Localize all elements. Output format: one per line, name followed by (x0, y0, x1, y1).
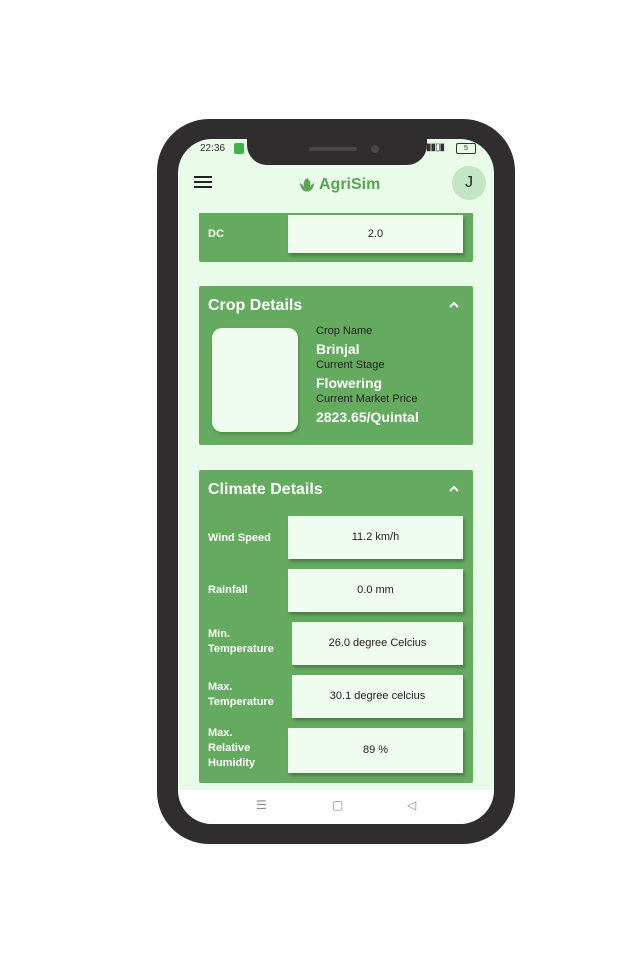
crop-name-label: Crop Name (316, 325, 373, 337)
rainfall-value: 0.0 mm (288, 569, 463, 612)
max-temperature-label: Max. Temperature (208, 681, 274, 708)
max-temperature-value: 30.1 degree celcius (292, 675, 463, 718)
avatar[interactable]: J (452, 166, 486, 200)
scroll-content[interactable]: DC 2.0 Crop Details Crop Name Brinjal Cu… (178, 213, 494, 784)
price-label: Current Market Price (316, 393, 418, 405)
app-bar: AgriSim J (178, 166, 494, 210)
chevron-up-icon[interactable] (447, 482, 461, 496)
notch (247, 139, 427, 165)
crop-details-card: Crop Details Crop Name Brinjal Current S… (199, 286, 473, 445)
battery-icon: 5 (456, 143, 476, 154)
stage-label: Current Stage (316, 359, 385, 371)
signal-icon: ▮▮▯▮ (426, 142, 445, 153)
speaker (309, 147, 357, 151)
brand-name: AgriSim (319, 176, 381, 193)
max-humidity-value: 89 % (288, 728, 463, 773)
stage-value: Flowering (316, 375, 383, 391)
price-value: 2823.65/Quintal (316, 409, 419, 425)
phone-frame: 22:36 ▮▮▯▮ 5 AgriSim J DC 2.0 Crop Detai… (157, 119, 515, 844)
rainfall-label: Rainfall (208, 584, 248, 596)
phone-screen: 22:36 ▮▮▯▮ 5 AgriSim J DC 2.0 Crop Detai… (178, 139, 494, 824)
leaf-icon (300, 178, 314, 192)
min-temperature-value: 26.0 degree Celcius (292, 622, 463, 665)
android-nav-bar: ☰ ▢ ◁ (178, 790, 494, 824)
recents-icon[interactable]: ☰ (256, 798, 267, 812)
min-temperature-label: Min. Temperature (208, 628, 274, 655)
max-humidity-label: Max. Relative Humidity (208, 727, 256, 769)
status-time: 22:36 (200, 143, 226, 154)
home-square-icon[interactable]: ▢ (332, 798, 343, 812)
dc-value: 2.0 (288, 215, 463, 253)
camera (371, 145, 379, 153)
climate-details-title: Climate Details (208, 481, 323, 498)
wind-speed-value: 11.2 km/h (288, 516, 463, 559)
crop-name: Brinjal (316, 341, 360, 357)
wind-speed-label: Wind Speed (208, 532, 271, 544)
back-triangle-icon[interactable]: ◁ (407, 798, 416, 812)
status-notification-icon (234, 143, 244, 154)
chevron-up-icon[interactable] (447, 298, 461, 312)
brand-logo: AgriSim (298, 174, 380, 196)
climate-details-card: Climate Details Wind Speed 11.2 km/h Rai… (199, 470, 473, 783)
dc-label: DC (208, 228, 224, 240)
crop-image (212, 328, 298, 432)
crop-details-title: Crop Details (208, 297, 303, 314)
soil-details-card: DC 2.0 (199, 213, 473, 262)
hamburger-icon[interactable] (194, 176, 212, 190)
